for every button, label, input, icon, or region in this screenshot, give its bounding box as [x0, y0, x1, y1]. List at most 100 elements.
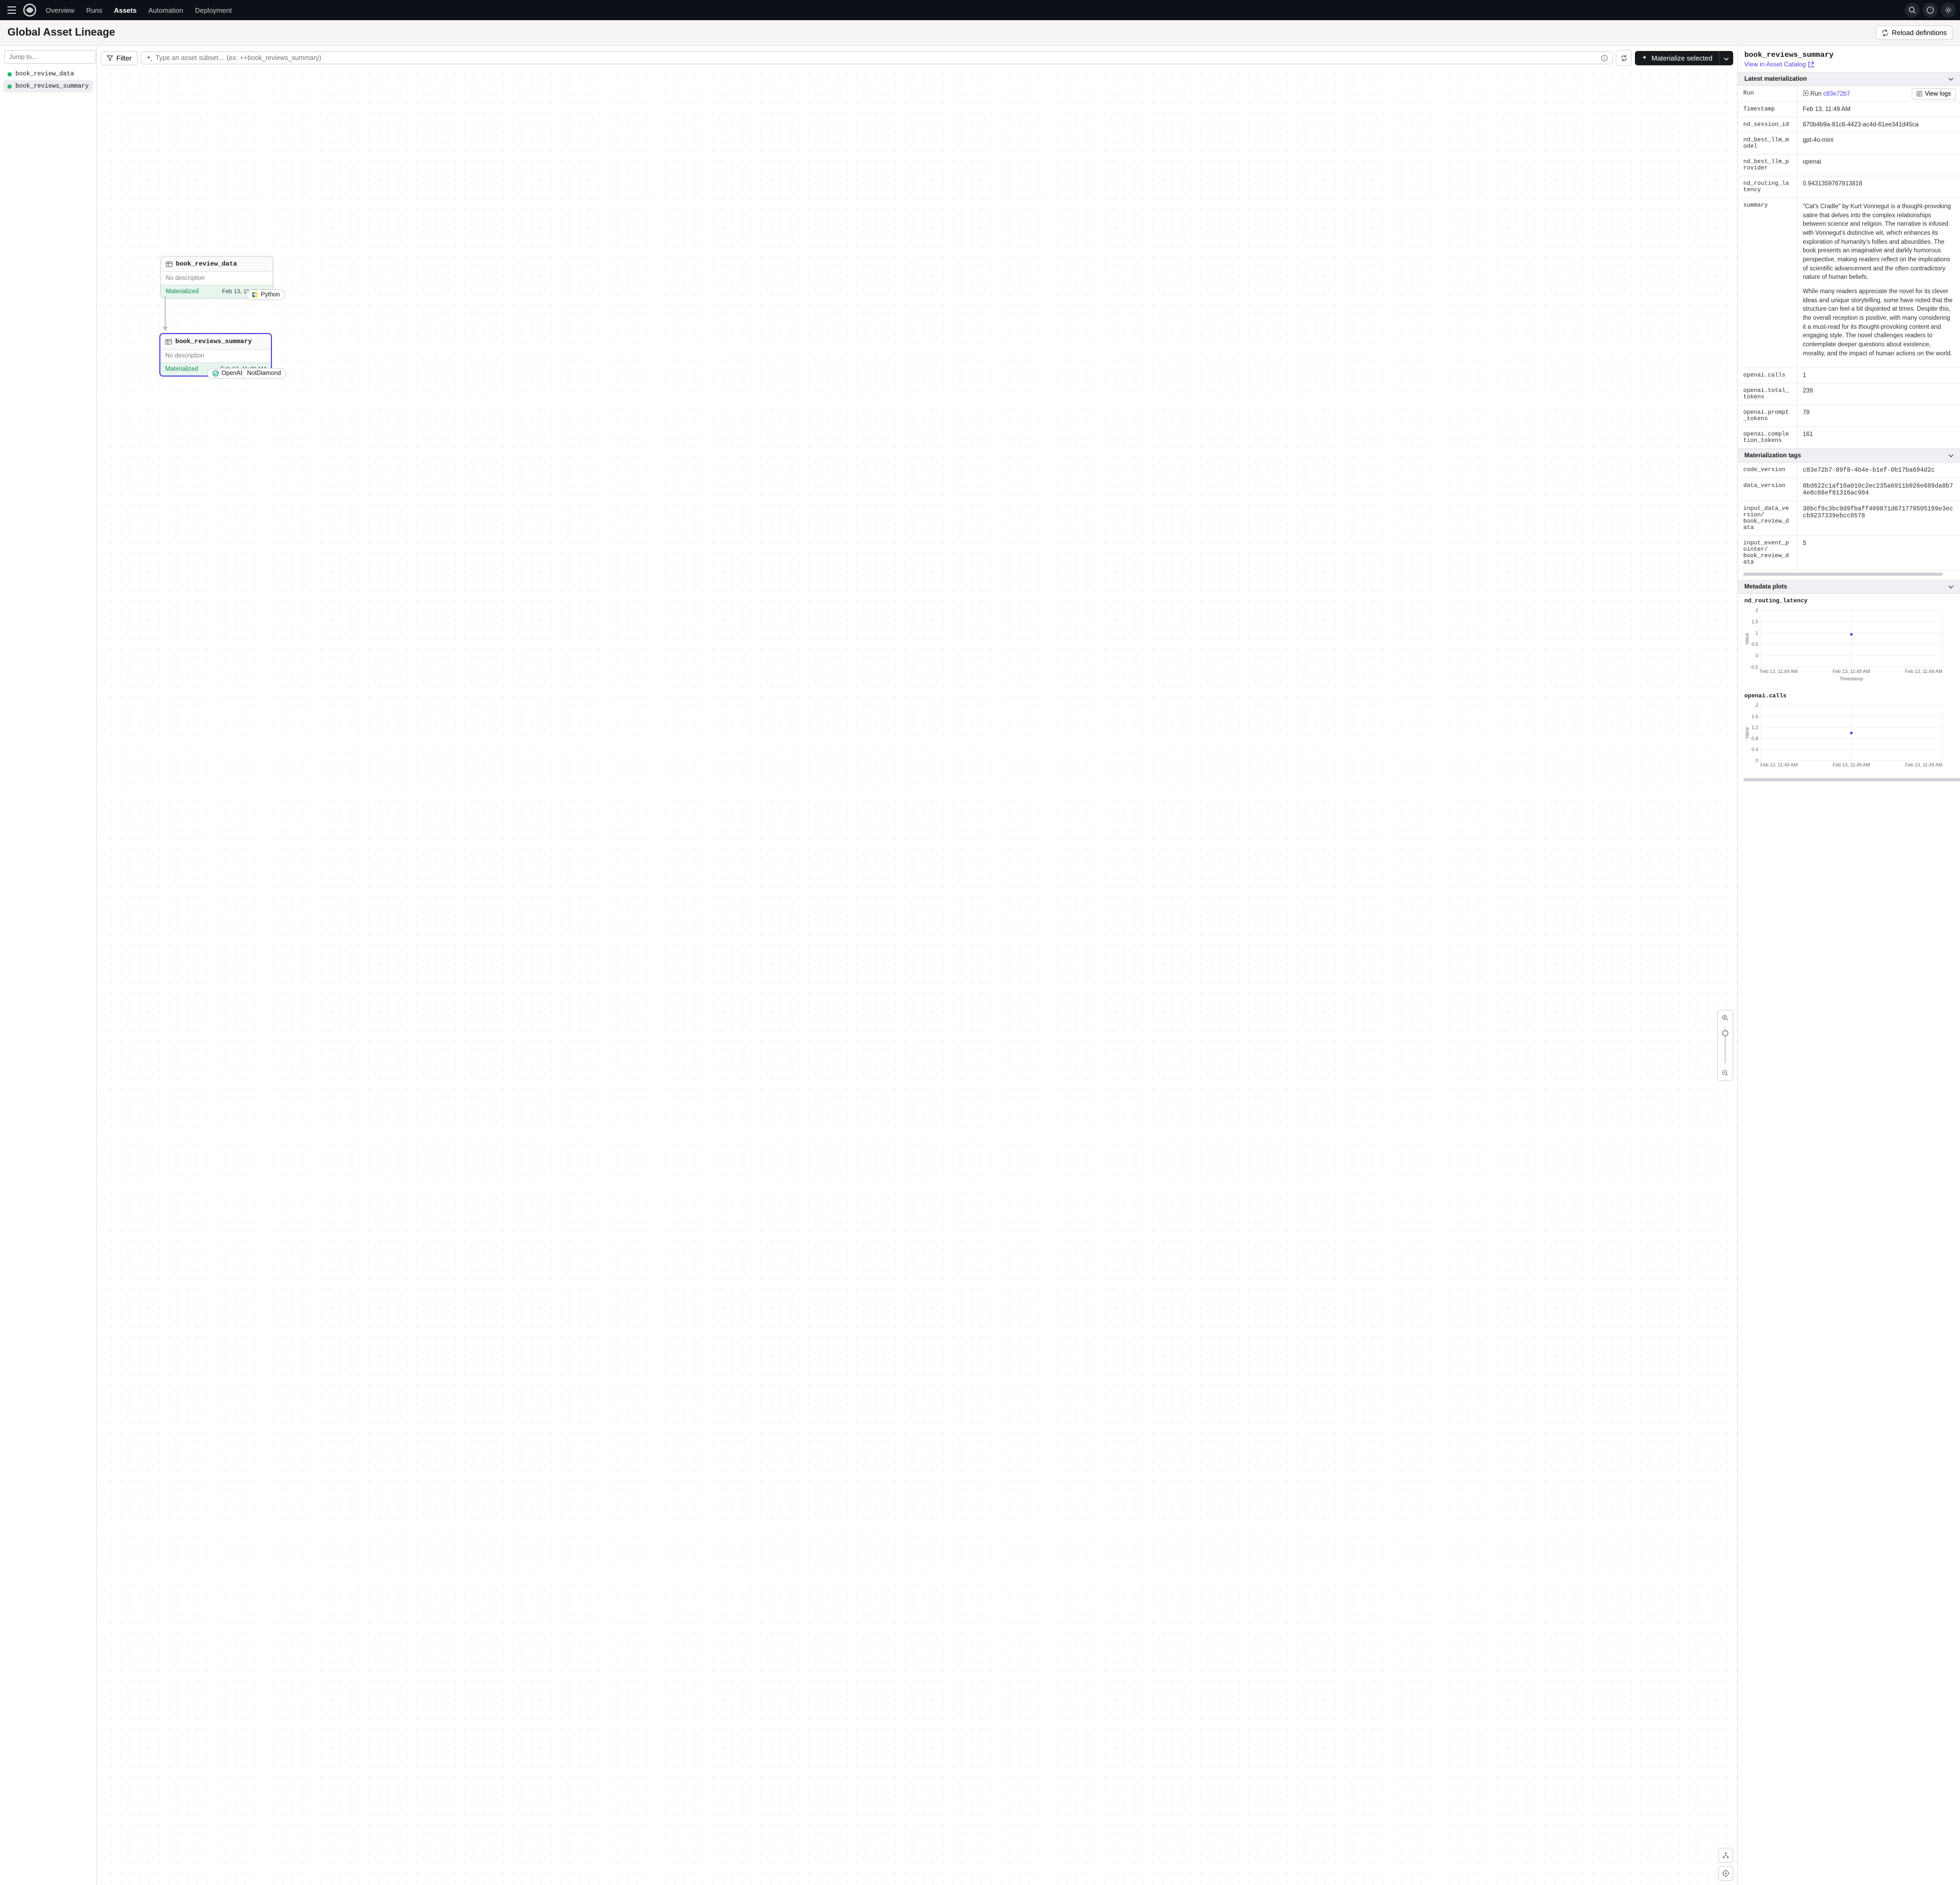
chevron-down-icon [1948, 78, 1954, 81]
reload-icon [1881, 29, 1889, 37]
kv-val: gpt-4o-mini [1797, 133, 1960, 154]
hamburger-icon[interactable] [4, 3, 19, 18]
svg-text:1.2: 1.2 [1751, 725, 1758, 730]
dagster-logo-icon[interactable] [22, 3, 37, 18]
asset-tag-python: Python [246, 289, 285, 300]
svg-text:Feb 13, 11:49 AM: Feb 13, 11:49 AM [1760, 762, 1797, 767]
asset-name: book_review_data [15, 71, 74, 78]
horizontal-scroll-indicator[interactable] [1743, 778, 1960, 781]
filter-icon [107, 55, 113, 61]
section-materialization-tags[interactable]: Materialization tags [1738, 449, 1960, 463]
filter-button[interactable]: Filter [101, 51, 138, 65]
target-icon [1722, 1870, 1729, 1877]
nav-links: Overview Runs Assets Automation Deployme… [40, 3, 237, 18]
asset-node-title: book_review_data [176, 260, 237, 268]
zoom-slider-thumb[interactable] [1722, 1030, 1728, 1036]
kv-val: c83e72b7-89f8-4b4e-b1ef-0b17ba694d2c [1797, 463, 1960, 478]
kv-row: nd_best_llm_provideropenai [1738, 155, 1960, 176]
zoom-slider[interactable] [1724, 1027, 1726, 1063]
nav-overview[interactable]: Overview [40, 3, 80, 18]
svg-text:Feb 13, 11:49 AM: Feb 13, 11:49 AM [1905, 669, 1942, 674]
kv-row: TimestampFeb 13, 11:49 AM [1738, 102, 1960, 117]
asset-node-status: Materialized [165, 366, 198, 372]
kv-key: nd_best_llm_provider [1738, 155, 1797, 176]
python-icon [252, 292, 258, 298]
info-icon[interactable]: i [1601, 55, 1608, 62]
status-dot-icon [7, 72, 12, 76]
kv-key: openai.prompt_tokens [1738, 405, 1797, 427]
asset-details-panel: book_reviews_summary View in Asset Catal… [1738, 46, 1960, 1885]
refresh-icon [1621, 55, 1627, 62]
kv-key: input_event_pointer/ book_review_data [1738, 536, 1797, 570]
tag-label: NotDiamond [247, 370, 281, 377]
subset-input-wrapper[interactable]: i [141, 52, 1613, 64]
kv-key: nd_session_id [1738, 117, 1797, 132]
help-icon[interactable]: ? [1923, 3, 1938, 18]
asset-node-desc: No description [160, 349, 271, 363]
kv-key: code_version [1738, 463, 1797, 478]
svg-text:Value: Value [1744, 727, 1750, 739]
zoom-out-icon [1722, 1070, 1728, 1076]
svg-text:Feb 13, 11:49 AM: Feb 13, 11:49 AM [1905, 762, 1942, 767]
zoom-in-button[interactable] [1720, 1012, 1731, 1023]
nav-automation[interactable]: Automation [143, 3, 189, 18]
tree-icon [1722, 1852, 1729, 1859]
tag-label: Python [261, 292, 280, 298]
zoom-controls [1717, 1010, 1733, 1081]
asset-tag-notdiamond: NotDiamond [242, 368, 286, 379]
section-latest-materialization[interactable]: Latest materialization [1738, 72, 1960, 86]
svg-text:1.5: 1.5 [1751, 619, 1758, 625]
zoom-in-icon [1722, 1014, 1728, 1021]
asset-node-header: book_reviews_summary [160, 334, 271, 349]
layout-toggle-button[interactable] [1718, 1848, 1733, 1863]
asset-tree-panel: book_review_data book_reviews_summary [0, 46, 97, 1885]
kv-val: 0bd622c1af10a010c2ec235a6911b026e689da8b… [1797, 479, 1960, 501]
svg-text:2: 2 [1756, 608, 1758, 613]
materialize-icon [1641, 55, 1648, 62]
fit-view-button[interactable] [1718, 1866, 1733, 1881]
svg-text:-0.5: -0.5 [1750, 664, 1758, 670]
kv-val: "Cat's Cradle" by Kurt Vonnegut is a tho… [1797, 198, 1960, 368]
kv-row: nd_routing_latency0.9431359767913818 [1738, 176, 1960, 198]
kv-row-summary: summary "Cat's Cradle" by Kurt Vonnegut … [1738, 198, 1960, 368]
nav-assets[interactable]: Assets [109, 3, 142, 18]
run-id-link[interactable]: c83e72b7 [1823, 91, 1851, 97]
horizontal-scroll-indicator[interactable] [1743, 573, 1943, 576]
plot-title: nd_routing_latency [1743, 597, 1955, 608]
nav-deployment[interactable]: Deployment [190, 3, 237, 18]
reload-label: Reload definitions [1892, 29, 1947, 37]
refresh-graph-button[interactable] [1616, 50, 1632, 66]
search-icon[interactable] [1905, 3, 1920, 18]
view-logs-button[interactable]: View logs [1912, 88, 1956, 100]
openai-icon [212, 370, 219, 377]
graph-toolbar: Filter i Materialize selected [97, 46, 1737, 70]
materialize-selected-button[interactable]: Materialize selected [1635, 51, 1719, 65]
kv-key: data_version [1738, 479, 1797, 501]
catalog-link-label: View in Asset Catalog [1744, 61, 1806, 68]
reload-definitions-button[interactable]: Reload definitions [1876, 25, 1953, 40]
asset-tree-item[interactable]: book_reviews_summary [3, 80, 93, 92]
view-in-catalog-link[interactable]: View in Asset Catalog [1738, 61, 1960, 72]
kv-key: Run [1738, 86, 1797, 101]
kv-row: data_version0bd622c1af10a010c2ec235a6911… [1738, 479, 1960, 501]
section-label: Materialization tags [1744, 453, 1801, 459]
sparkle-icon [146, 55, 152, 62]
kv-val: 161 [1797, 427, 1960, 448]
subset-input[interactable] [156, 54, 1598, 62]
section-metadata-plots[interactable]: Metadata plots [1738, 580, 1960, 594]
asset-tree-item[interactable]: book_review_data [3, 68, 93, 80]
kv-val: 78 [1797, 405, 1960, 427]
materialize-dropdown[interactable] [1719, 51, 1733, 65]
table-icon [165, 338, 172, 345]
jump-to-input[interactable] [4, 50, 96, 64]
zoom-out-button[interactable] [1720, 1068, 1731, 1078]
kv-row: openai.prompt_tokens78 [1738, 405, 1960, 427]
lineage-graph[interactable]: book_review_data No description Material… [97, 70, 1737, 1885]
svg-text:1.6: 1.6 [1751, 714, 1758, 719]
arrow-icon [163, 327, 168, 331]
kv-val: 239 [1797, 383, 1960, 405]
kv-key: input_data_version/ book_review_data [1738, 501, 1797, 535]
filter-label: Filter [116, 54, 132, 62]
nav-runs[interactable]: Runs [81, 3, 107, 18]
settings-icon[interactable] [1941, 3, 1956, 18]
